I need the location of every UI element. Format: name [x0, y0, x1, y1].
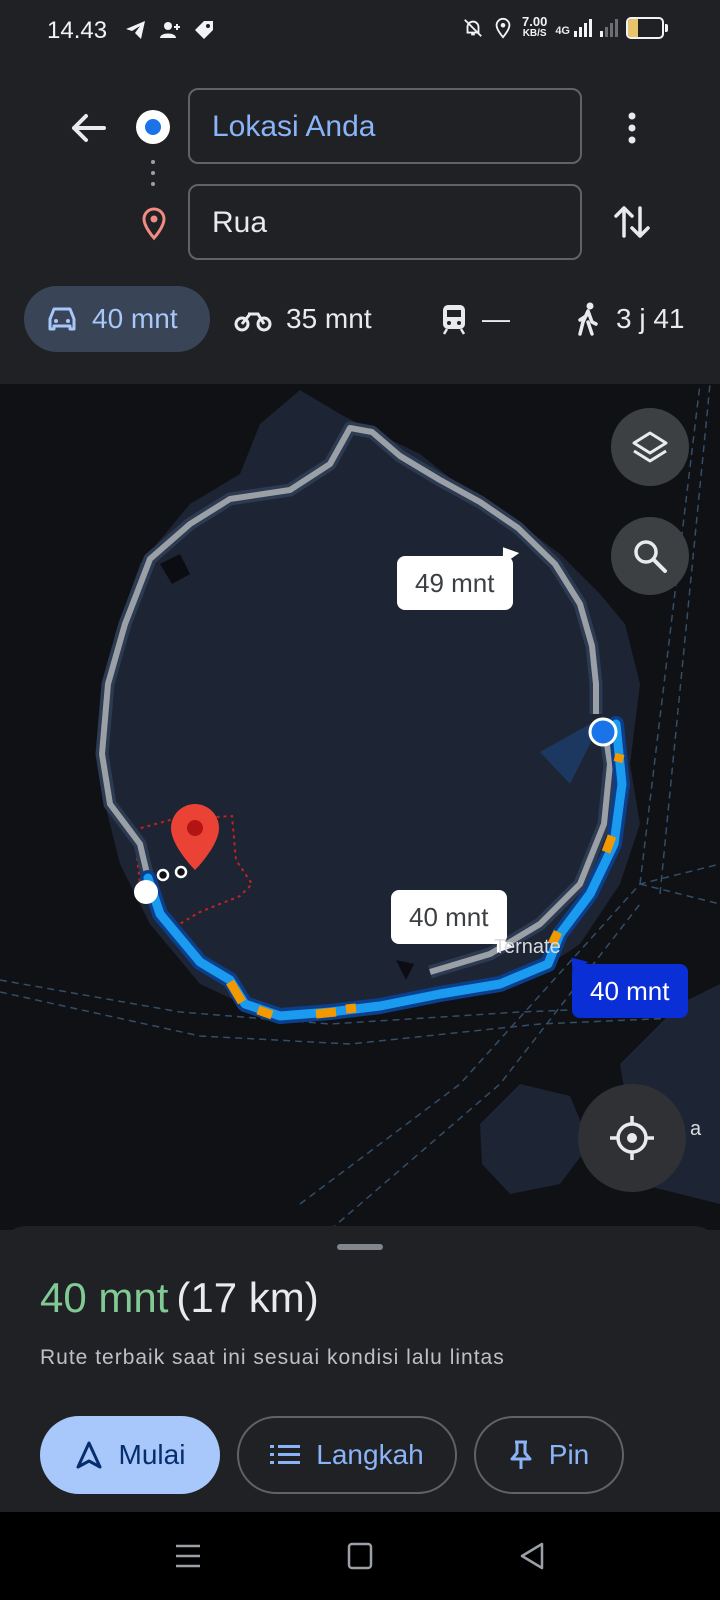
battery-level: 28 — [638, 21, 652, 35]
walk-icon — [578, 302, 598, 336]
tab-motorcycle[interactable]: 35 mnt — [234, 286, 372, 352]
speed-value: 7.00 — [522, 14, 548, 29]
tab-motorcycle-label: 35 mnt — [286, 303, 372, 334]
swap-button[interactable] — [608, 198, 656, 246]
notification-icons — [124, 18, 216, 42]
arrow-back-icon — [72, 114, 106, 142]
mute-bell-icon — [464, 19, 482, 37]
car-icon — [48, 307, 76, 331]
drag-handle[interactable] — [337, 1244, 383, 1250]
route-distance: (17 km) — [176, 1274, 319, 1321]
start-button-label: Mulai — [118, 1439, 186, 1470]
more-vert-icon — [628, 112, 636, 144]
edge-place-label: a — [690, 1118, 702, 1140]
route-summary-sheet: 40 mnt (17 km) Rute terbaik saat ini sesu… — [0, 1226, 720, 1512]
system-icons: 7.00 KB/S 4G 28 — [462, 14, 668, 40]
telegram-icon — [126, 21, 145, 39]
route-duration: 40 mnt — [40, 1274, 169, 1321]
steps-button-label: Langkah — [316, 1439, 424, 1470]
pin-button[interactable]: Pin — [474, 1416, 624, 1494]
route-description: Rute terbaik saat ini sesuai kondisi lal… — [40, 1346, 505, 1369]
destination-value: Rua — [212, 206, 268, 239]
destination-field[interactable]: Rua — [188, 184, 582, 260]
transit-icon — [442, 305, 466, 335]
origin-value: Lokasi Anda — [212, 110, 376, 143]
map-view[interactable]: 49 mnt 40 mnt 40 mnt Ternate a — [0, 384, 720, 1230]
route-summary: 40 mnt (17 km) — [40, 1274, 319, 1322]
origin-field[interactable]: Lokasi Anda — [188, 88, 582, 164]
list-icon — [270, 1445, 301, 1464]
alt-route-2-time[interactable]: 40 mnt — [391, 890, 507, 944]
tab-walk[interactable]: 3 j 41 — [574, 286, 685, 352]
back-triangle-icon — [520, 1542, 544, 1570]
destination-pin-icon — [142, 207, 166, 241]
network-type: 4G — [555, 25, 570, 37]
tab-car[interactable]: 40 mnt — [24, 286, 210, 352]
tab-walk-label: 3 j 41 — [616, 303, 685, 334]
status-bar: 14.43 7.00 KB/S 4G 28 — [0, 0, 720, 64]
menu-icon — [176, 1544, 200, 1568]
origin-dot-icon — [136, 110, 170, 144]
navigation-arrow-icon — [76, 1441, 102, 1469]
back-nav-button[interactable] — [512, 1538, 552, 1574]
home-square-icon — [347, 1542, 373, 1570]
add-contact-icon — [160, 22, 180, 38]
signal-4g-icon: 4G — [555, 19, 592, 37]
menu-nav-button[interactable] — [168, 1538, 208, 1574]
travel-mode-tabs: 40 mnt 35 mnt — 3 j 41 — [0, 286, 720, 354]
signal-empty-icon — [600, 19, 618, 37]
main-route-time[interactable]: 40 mnt — [572, 964, 688, 1018]
alt-route-1-time[interactable]: 49 mnt — [397, 556, 513, 610]
search-icon — [634, 540, 667, 573]
my-location-icon — [610, 1116, 654, 1160]
battery-icon: 28 — [626, 17, 668, 39]
motorcycle-icon — [234, 312, 272, 332]
route-connector — [151, 160, 155, 190]
speed-unit: KB/S — [522, 28, 547, 39]
tab-transit[interactable]: — — [440, 286, 510, 352]
more-options-button[interactable] — [612, 104, 652, 152]
tab-transit-label: — — [482, 303, 510, 334]
network-speed: 7.00 KB/S — [522, 14, 548, 40]
layers-button[interactable] — [611, 408, 689, 486]
swap-vert-icon — [614, 206, 650, 238]
place-label: Ternate — [494, 936, 561, 958]
pin-button-label: Pin — [548, 1439, 590, 1470]
layers-icon — [632, 431, 668, 463]
tab-car-label: 40 mnt — [92, 303, 178, 334]
location-icon — [495, 17, 511, 39]
back-button[interactable] — [64, 104, 112, 152]
start-button[interactable]: Mulai — [40, 1416, 220, 1494]
steps-button[interactable]: Langkah — [237, 1416, 457, 1494]
my-location-button[interactable] — [578, 1084, 686, 1192]
home-nav-button[interactable] — [340, 1538, 380, 1574]
status-time: 14.43 — [47, 17, 108, 44]
system-navigation-bar — [0, 1512, 720, 1600]
pin-icon — [510, 1440, 532, 1469]
tag-icon — [195, 21, 213, 39]
map-search-button[interactable] — [611, 517, 689, 595]
